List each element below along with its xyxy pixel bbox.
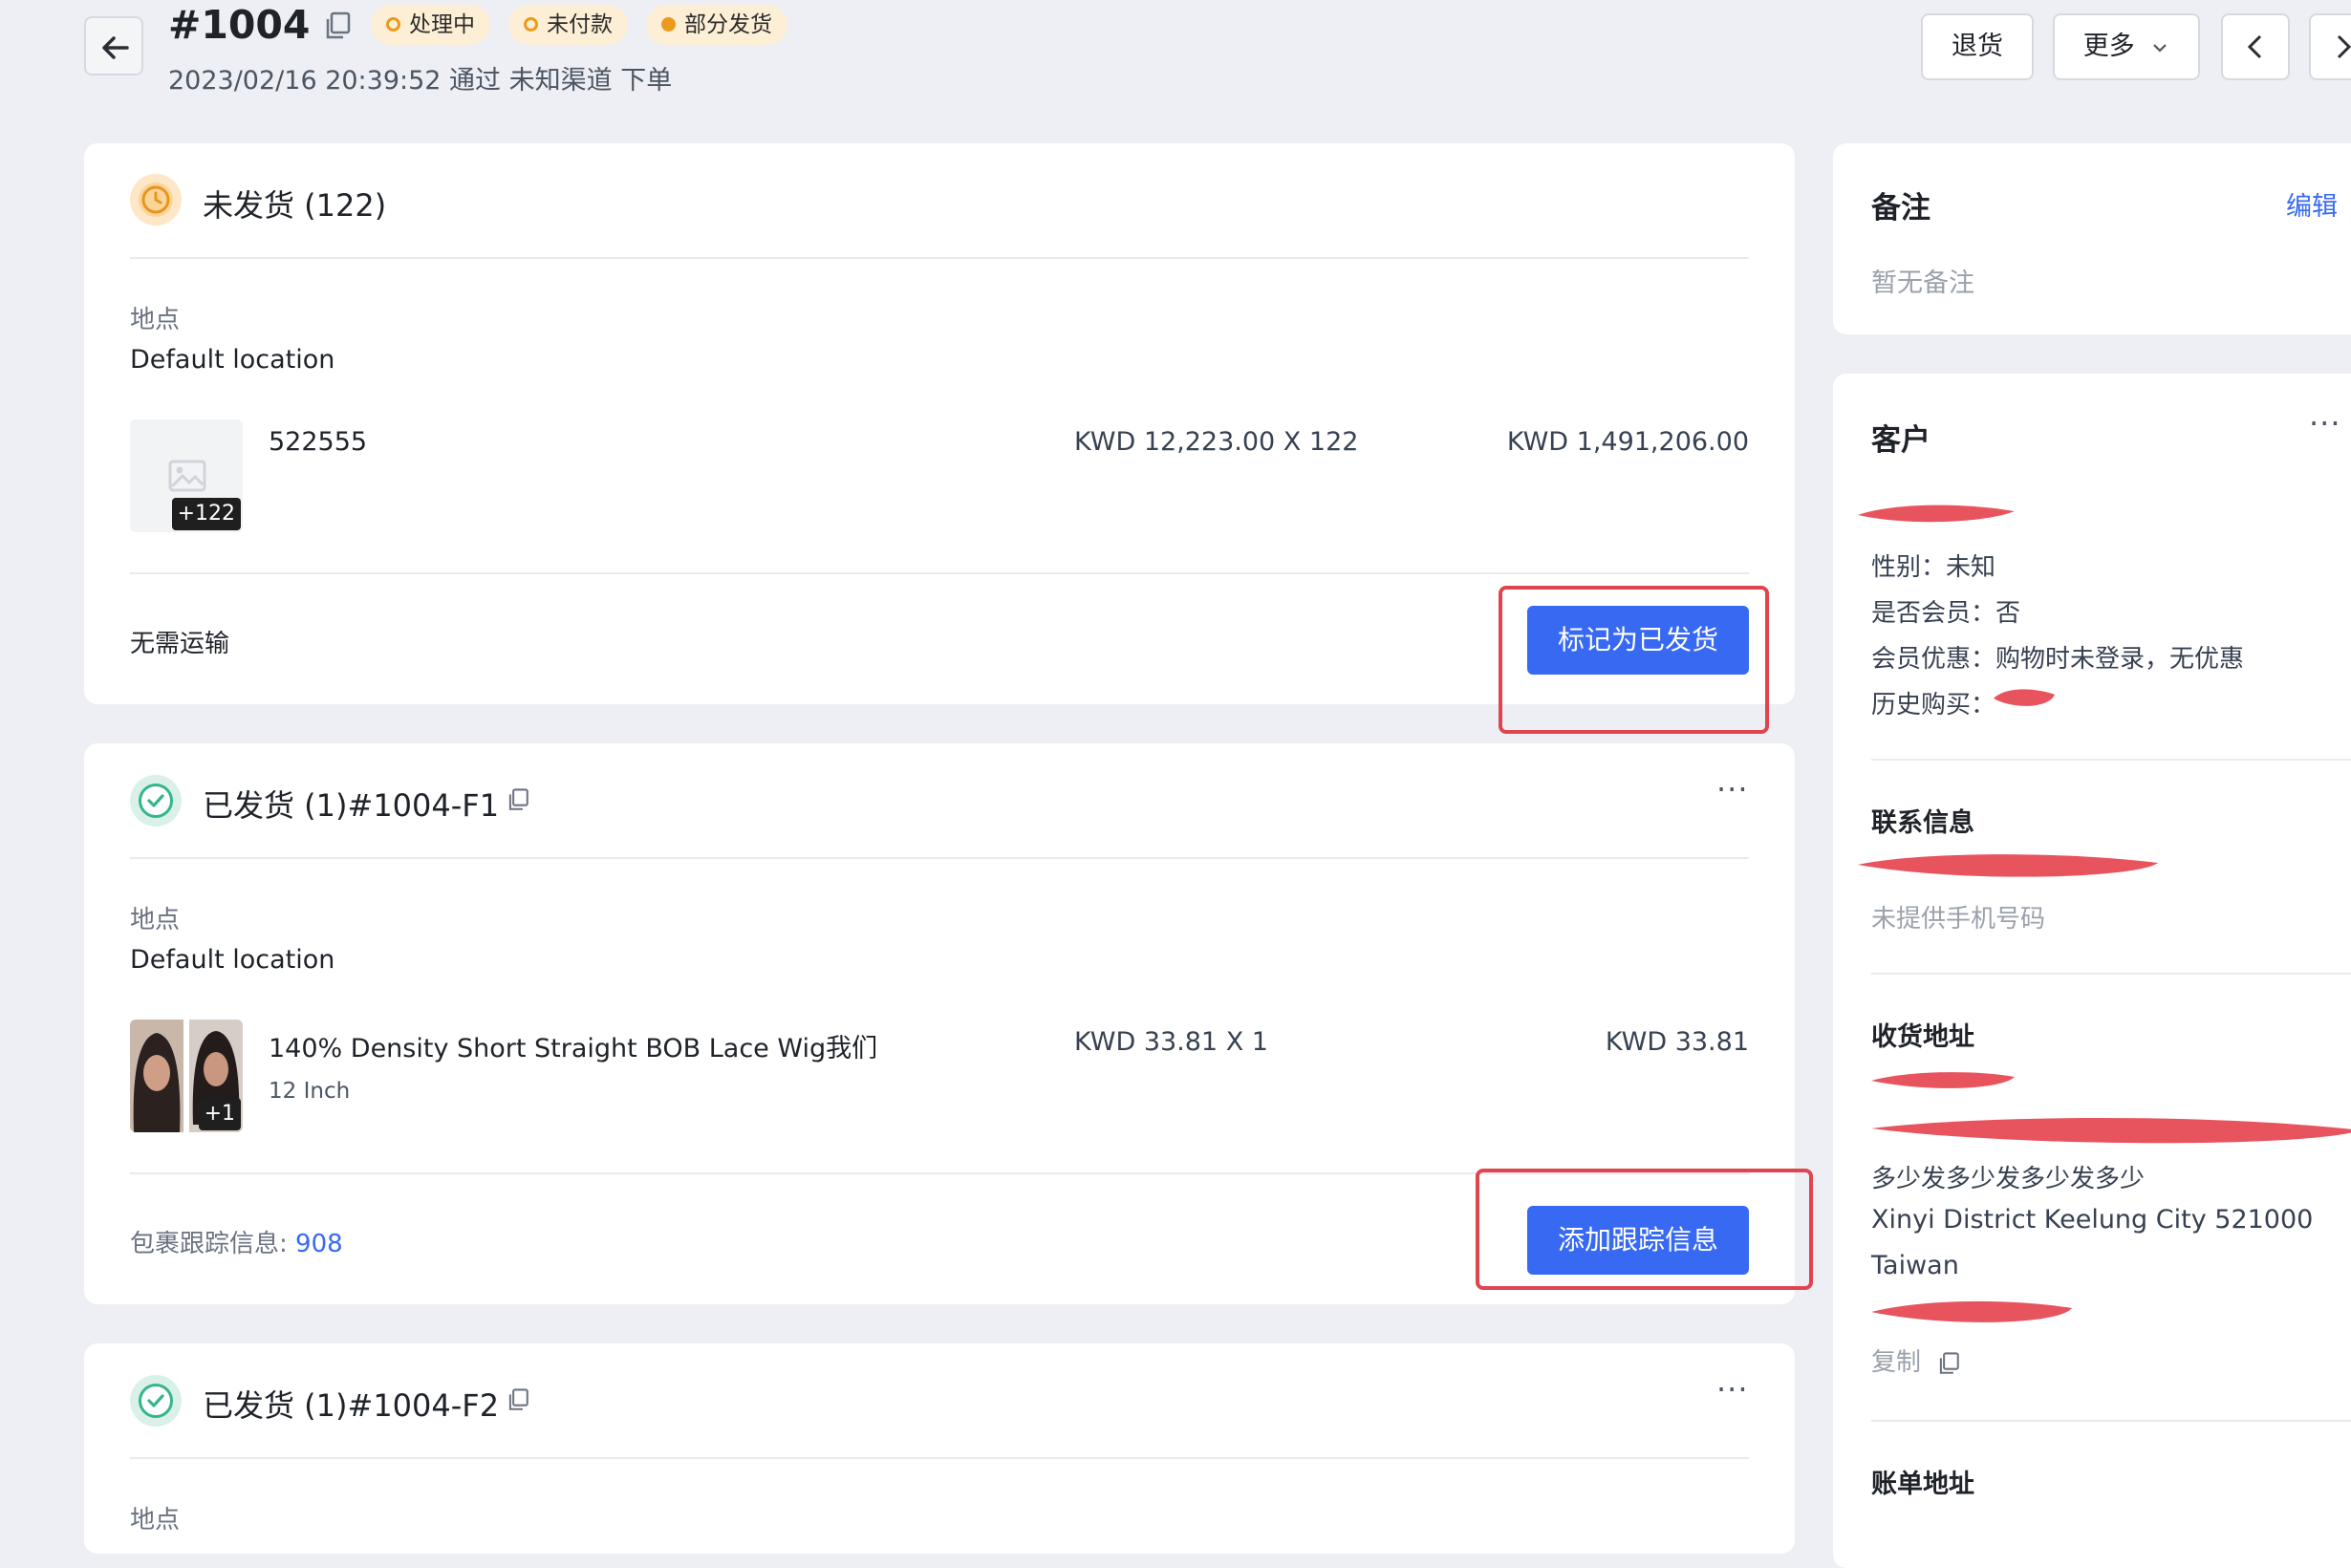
status-dot-icon [524,17,538,32]
location-label: 地点 [130,306,181,334]
location-value: Default location [130,345,335,375]
product-variant: 12 Inch [269,1079,351,1104]
previous-order-button[interactable] [2221,13,2290,80]
customer-card: 客户 ··· 性别：未知 是否会员：否 会员优惠：购物时未登录，无优惠 历史购买… [1833,374,2351,1568]
line-total: KWD 1,491,206.00 [1506,427,1749,457]
item-count-badge: +1 [198,1098,241,1130]
contact-title: 联系信息 [1871,808,1974,838]
customer-gender: 性别：未知 [1871,553,1996,582]
shipping-address-line3: 多少发多少发多少发多少 [1871,1165,2146,1193]
customer-history: 历史购买： [1871,685,1995,720]
copy-icon [1940,1351,1960,1374]
tracking-label: 包裹跟踪信息: [130,1230,288,1258]
tracking-info: 包裹跟踪信息: 908 [130,1224,343,1259]
redacted-address-line1 [1871,1072,2015,1088]
copy-fulfillment-id-button[interactable] [506,787,530,816]
fulfillment-title: 已发货 (1)#1004-F2 [203,1387,500,1424]
chevron-down-icon [2153,43,2168,53]
status-dot-icon [386,17,400,32]
copy-order-id-button[interactable] [322,11,353,45]
clock-icon [130,174,182,226]
no-shipping-required: 无需运输 [130,630,230,658]
copy-address-label: 复制 [1871,1348,1922,1377]
copy-icon [508,1388,528,1410]
image-placeholder-icon [168,460,206,492]
location-label: 地点 [130,1506,181,1535]
next-order-button[interactable] [2309,13,2351,80]
notes-empty-text: 暂无备注 [1871,268,1974,298]
fulfillment-card-f1: 已发货 (1)#1004-F1 ··· 地点 Default location … [84,743,1813,1304]
location-label: 地点 [130,906,181,934]
check-circle-icon [130,775,182,827]
status-dot-icon [661,17,676,32]
status-badge-unpaid: 未付款 [508,5,628,45]
shipping-address-title: 收货地址 [1871,1022,1974,1052]
shipping-address-country: Taiwan [1871,1251,1959,1280]
copy-icon [508,788,528,810]
copy-address-button[interactable]: 复制 [1871,1342,1961,1378]
more-actions-button[interactable]: 更多 [2053,13,2200,80]
customer-member-status: 是否会员：否 [1871,599,2021,628]
item-count-badge: +122 [171,498,241,530]
mark-as-fulfilled-button[interactable]: 标记为已发货 [1527,606,1749,675]
arrow-left-icon [102,36,129,59]
redacted-address-line2 [1871,1118,2351,1144]
edit-notes-link[interactable]: 编辑 [2286,185,2338,223]
product-name[interactable]: 522555 [269,427,367,457]
customer-title: 客户 [1871,423,1930,458]
customer-discount: 会员优惠：购物时未登录，无优惠 [1871,645,2245,674]
chevron-left-icon [2247,34,2262,59]
order-created-info: 2023/02/16 20:39:52 通过 未知渠道 下单 [168,66,673,96]
billing-address-title: 账单地址 [1871,1470,1974,1499]
chevron-right-icon [2337,34,2351,59]
order-id: #1004 [168,2,311,48]
more-icon[interactable]: ··· [1716,1374,1749,1405]
redacted-customer-name [1858,505,2015,523]
shipping-address-city: Xinyi District Keelung City 521000 [1871,1205,2314,1235]
unit-price: KWD 33.81 X 1 [1074,1027,1268,1057]
check-circle-icon [130,1375,182,1427]
redacted-shipping-phone [1871,1300,2072,1322]
history-label: 历史购买： [1871,691,1996,720]
unfulfilled-title: 未发货 (122) [203,187,387,224]
unfulfilled-card: 未发货 (122) 地点 Default location +122 52255… [84,143,1795,734]
add-tracking-button[interactable]: 添加跟踪信息 [1527,1206,1749,1275]
unit-price: KWD 12,223.00 X 122 [1074,427,1359,457]
more-icon[interactable]: ··· [2309,408,2341,439]
notes-card: 备注 编辑 暂无备注 [1833,143,2351,334]
tracking-number-link[interactable]: 908 [295,1230,343,1258]
more-actions-label: 更多 [2082,32,2135,61]
redacted-contact-email [1858,854,2158,877]
product-thumbnail[interactable]: +122 [130,419,243,532]
return-button[interactable]: 退货 [1921,13,2034,80]
location-value: Default location [130,945,335,975]
more-icon[interactable]: ··· [1716,774,1749,805]
status-badge-processing: 处理中 [371,5,490,45]
copy-fulfillment-id-button[interactable] [506,1387,530,1416]
status-badge-partially-fulfilled: 部分发货 [646,5,787,45]
redacted-history-count [1994,689,2055,706]
fulfillment-title: 已发货 (1)#1004-F1 [203,787,500,824]
phone-placeholder: 未提供手机号码 [1871,905,2046,934]
product-thumbnail[interactable]: +1 [130,1020,243,1132]
fulfillment-card-f2: 已发货 (1)#1004-F2 ··· 地点 [84,1343,1795,1554]
line-total: KWD 33.81 [1605,1027,1749,1057]
back-button[interactable] [84,16,143,75]
copy-icon [326,11,351,39]
product-name[interactable]: 140% Density Short Straight BOB Lace Wig… [269,1027,877,1064]
notes-title: 备注 [1871,191,1930,226]
